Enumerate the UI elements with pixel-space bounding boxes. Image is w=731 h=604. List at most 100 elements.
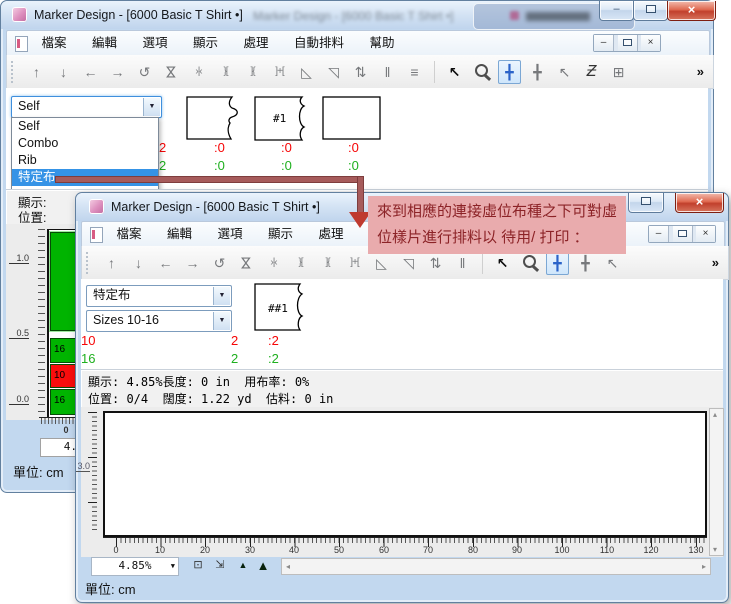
close-button[interactable]: × xyxy=(667,1,716,21)
fabric-combo[interactable]: Self ▼ xyxy=(11,96,162,118)
piece-body-back[interactable] xyxy=(186,96,248,141)
scroll-right-icon[interactable]: ▸ xyxy=(702,562,706,571)
spacing-icon[interactable]: ‖ xyxy=(452,252,473,274)
child-restore-button[interactable] xyxy=(673,226,693,242)
move-right-icon[interactable]: → xyxy=(182,252,203,274)
pick-cursor-icon[interactable]: ↖ xyxy=(602,252,623,274)
restore-button[interactable] xyxy=(628,193,664,213)
piece-sleeve[interactable]: #1 xyxy=(254,96,316,141)
spacing-icon[interactable]: ‖ xyxy=(377,61,398,83)
child-minimize-button[interactable]: – xyxy=(594,35,614,51)
toolbar-overflow-icon[interactable]: » xyxy=(697,64,704,79)
move-down-icon[interactable]: ↓ xyxy=(128,252,149,274)
menu-edit[interactable]: 編輯 xyxy=(167,222,192,246)
close-button[interactable]: × xyxy=(675,193,724,213)
chevron-down-icon[interactable]: ▼ xyxy=(213,287,230,305)
menu-view[interactable]: 顯示 xyxy=(268,222,293,246)
fabric-option-rib[interactable]: Rib xyxy=(12,152,158,169)
flip-horizontal-icon[interactable]: ›|‹ xyxy=(188,61,209,83)
move-left-icon[interactable]: ← xyxy=(80,61,101,83)
bracket-open-icon[interactable]: ]{ xyxy=(242,61,263,83)
piece-count-10: :2 xyxy=(268,333,279,348)
move-piece-tool-icon[interactable]: ╋ xyxy=(498,60,521,84)
vertical-scrollbar[interactable]: ▴ ▾ xyxy=(709,408,724,556)
chevron-down-icon[interactable]: ▼ xyxy=(171,558,175,574)
compact-tool-icon[interactable]: ╋ xyxy=(527,61,548,83)
frame-tool-icon[interactable]: ⊡ xyxy=(188,557,208,574)
zoom-combo[interactable]: 4.85% ▼ xyxy=(91,557,179,576)
draft-pen-icon[interactable]: Ƶ xyxy=(581,61,602,83)
align-lines-icon[interactable]: ≡ xyxy=(404,61,425,83)
zoom-tool-icon[interactable] xyxy=(471,61,492,83)
scroll-down-icon[interactable]: ▾ xyxy=(713,545,717,554)
menu-help[interactable]: 幫助 xyxy=(369,31,394,55)
fabric-combo[interactable]: 特定布 ▼ xyxy=(86,285,232,307)
compact-tool-icon[interactable]: ╋ xyxy=(575,252,596,274)
rotate-icon[interactable]: ↺ xyxy=(134,61,155,83)
menu-file[interactable]: 檔案 xyxy=(41,31,66,55)
move-right-icon[interactable]: → xyxy=(107,61,128,83)
select-cursor-icon[interactable]: ↖ xyxy=(492,252,513,274)
chevron-down-icon[interactable]: ▼ xyxy=(213,312,230,330)
bracket-close-icon[interactable]: }[ xyxy=(290,252,311,274)
marker-area[interactable] xyxy=(103,411,707,537)
move-down-icon[interactable]: ↓ xyxy=(53,61,74,83)
pieces-small-icon[interactable]: ▲ xyxy=(233,557,253,574)
bracket-insert-icon[interactable]: ]+[ xyxy=(269,61,290,83)
swap-vertical-icon[interactable]: ⇅ xyxy=(350,61,371,83)
move-left-icon[interactable]: ← xyxy=(155,252,176,274)
fabric-option-combo[interactable]: Combo xyxy=(12,135,158,152)
child-close-button[interactable]: × xyxy=(696,226,715,242)
flip-vertical-icon[interactable]: ⋈ xyxy=(236,252,258,273)
menu-options[interactable]: 選項 xyxy=(142,31,167,55)
back-titlebar[interactable]: Marker Design - [6000 Basic T Shirt •] M… xyxy=(1,1,713,29)
flip-vertical-icon[interactable]: ⋈ xyxy=(161,61,183,82)
document-icon xyxy=(15,36,28,52)
child-minimize-button[interactable]: – xyxy=(649,226,669,242)
fabric-option-self[interactable]: Self xyxy=(12,118,158,135)
fit-view-icon[interactable]: ⇲ xyxy=(210,557,230,574)
piece-sleeve-virtual[interactable]: ##1 xyxy=(254,283,314,331)
sizes-combo[interactable]: Sizes 10-16 ▼ xyxy=(86,310,232,332)
child-restore-button[interactable] xyxy=(618,35,638,51)
menu-edit[interactable]: 編輯 xyxy=(92,31,117,55)
menu-process[interactable]: 處理 xyxy=(243,31,268,55)
bracket-close-icon[interactable]: }[ xyxy=(215,61,236,83)
menu-view[interactable]: 顯示 xyxy=(193,31,218,55)
flip-horizontal-icon[interactable]: ›|‹ xyxy=(263,252,284,274)
measure-box-icon[interactable]: ⊞ xyxy=(608,61,629,83)
scroll-left-icon[interactable]: ◂ xyxy=(286,562,290,571)
zoom-tool-icon[interactable] xyxy=(519,252,540,274)
toolbar-grip[interactable] xyxy=(11,61,17,83)
menu-autonest[interactable]: 自動排料 xyxy=(294,31,344,55)
toolbar-overflow-icon[interactable]: » xyxy=(712,255,719,270)
pick-cursor-icon[interactable]: ↖ xyxy=(554,61,575,83)
hruler-40: 40 xyxy=(285,545,303,555)
move-piece-tool-icon[interactable]: ╋ xyxy=(546,251,569,275)
maximize-button[interactable] xyxy=(633,1,668,21)
swap-vertical-icon[interactable]: ⇅ xyxy=(425,252,446,274)
restore-icon xyxy=(678,230,687,237)
pieces-large-icon[interactable]: ▲ xyxy=(253,557,273,574)
piece-rectangle[interactable] xyxy=(322,96,382,141)
minimize-button[interactable]: – xyxy=(599,1,634,21)
bracket-open-icon[interactable]: ]{ xyxy=(317,252,338,274)
bracket-insert-icon[interactable]: ]+[ xyxy=(344,252,365,274)
toolbar-grip[interactable] xyxy=(86,252,92,274)
tilt-left-icon[interactable]: ◺ xyxy=(296,61,317,83)
menu-options[interactable]: 選項 xyxy=(217,222,242,246)
child-close-button[interactable]: × xyxy=(641,35,660,51)
menu-process[interactable]: 處理 xyxy=(318,222,343,246)
tilt-left-icon[interactable]: ◺ xyxy=(371,252,392,274)
rotate-icon[interactable]: ↺ xyxy=(209,252,230,274)
piece-count-red-1: :0 xyxy=(214,140,225,155)
move-up-icon[interactable]: ↑ xyxy=(26,61,47,83)
tilt-right-icon[interactable]: ◹ xyxy=(398,252,419,274)
menu-file[interactable]: 檔案 xyxy=(116,222,141,246)
horizontal-scrollbar[interactable]: ◂ ▸ xyxy=(281,558,711,575)
scroll-up-icon[interactable]: ▴ xyxy=(713,410,717,419)
chevron-down-icon[interactable]: ▼ xyxy=(143,98,160,116)
move-up-icon[interactable]: ↑ xyxy=(101,252,122,274)
tilt-right-icon[interactable]: ◹ xyxy=(323,61,344,83)
select-cursor-icon[interactable]: ↖ xyxy=(444,61,465,83)
